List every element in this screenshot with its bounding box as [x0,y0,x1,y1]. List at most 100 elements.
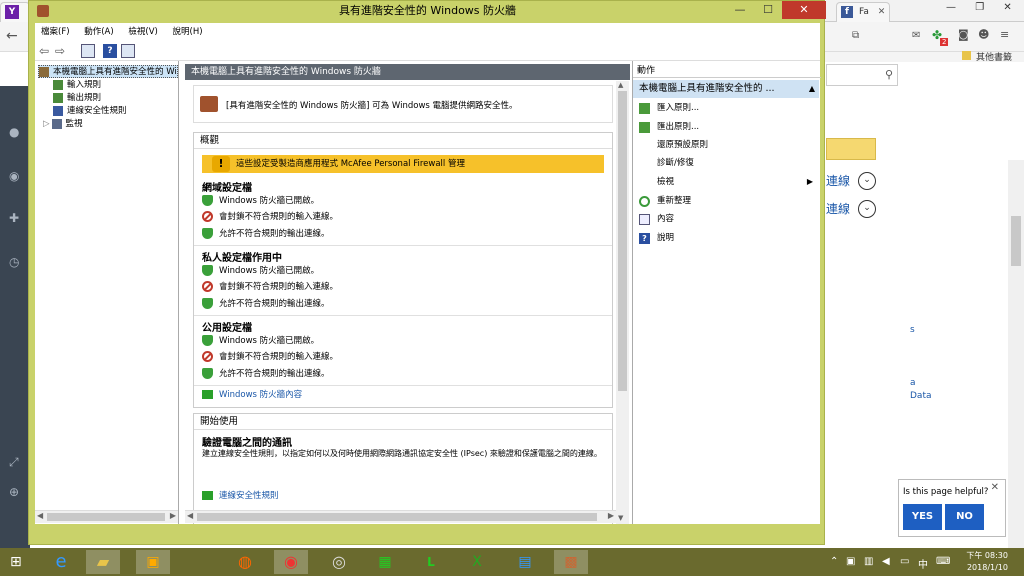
browser-tab-yahoo[interactable]: Y [0,2,30,22]
scroll-right-icon[interactable]: ▶ [170,511,176,520]
ime-indicator[interactable]: 中 [918,556,928,571]
menu-action[interactable]: 動作(A) [84,27,113,37]
maximize-button[interactable]: ☐ [754,1,782,19]
scroll-thumb[interactable] [47,513,165,521]
connection-security-link-label[interactable]: 連線安全性規則 [219,491,279,501]
keyboard-icon[interactable]: ⌨ [936,556,950,567]
back-arrow-icon[interactable]: ⇦ [39,44,53,58]
scroll-left-icon[interactable]: ◀ [187,511,193,520]
search-icon[interactable]: ⚲ [885,68,893,81]
browser-tab-facebook[interactable]: f Fa ✕ [836,2,890,22]
connection-security-link[interactable]: 連線安全性規則 [202,490,279,502]
page-search-box[interactable]: ⚲ [826,64,898,86]
help-icon[interactable]: ? [103,44,117,58]
action-properties[interactable]: 內容 [633,210,819,228]
browser-minimize-icon[interactable]: — [946,2,956,13]
menu-file[interactable]: 檔案(F) [41,27,70,37]
status-text: Windows 防火牆已開啟。 [219,196,320,206]
ext-icon[interactable]: ⧉ [852,30,859,41]
menu-view[interactable]: 檢視(V) [128,27,157,37]
menu-bar: 檔案(F) 動作(A) 檢視(V) 說明(H) [35,23,820,41]
file-explorer-icon[interactable]: ▰ [86,550,120,574]
user-icon[interactable]: ☻ [978,28,989,41]
volume-icon[interactable]: ◀ [882,556,890,567]
clock-icon[interactable]: ◷ [9,256,21,268]
feedback-close-icon[interactable]: ✕ [991,482,999,493]
chevron-down-icon[interactable]: ⌄ [858,172,876,190]
page-text-fragment-1[interactable]: s [910,325,915,335]
windows-start-icon[interactable]: ⊞ [10,554,26,570]
remote-desktop-icon[interactable]: ▤ [508,550,542,574]
action-restore-default[interactable]: 還原預設原則 [633,136,819,154]
back-icon[interactable]: ← [6,28,18,44]
feedback-yes-button[interactable]: YES [903,504,942,530]
app-icon[interactable]: ▣ [136,550,170,574]
chat-icon[interactable]: ◉ [9,170,21,182]
tree-item-outbound[interactable]: 輸出規則 [53,92,101,105]
show-hide-action-pane-icon[interactable] [121,44,135,58]
expand-arrow-icon[interactable]: ▷ [43,119,50,129]
connection-link-1[interactable]: 連線 ⌄ [826,172,876,192]
show-hidden-icons[interactable]: ⌃ [830,556,838,567]
action-help[interactable]: ? 說明 [633,229,819,247]
browser-scrollbar[interactable] [1008,160,1024,548]
excel-icon[interactable]: X [460,550,494,574]
browser-close-icon[interactable]: ✕ [1003,2,1011,13]
menu-help[interactable]: 說明(H) [173,27,203,37]
media-icon[interactable]: ◎ [322,550,356,574]
tree-horizontal-scrollbar[interactable]: ◀ ▶ [35,510,178,523]
tree-item-inbound[interactable]: 輸入規則 [53,79,101,92]
action-import-policy[interactable]: 匯入原則... [633,99,819,117]
actions-selected-node[interactable]: 本機電腦上具有進階安全性的 ... ▲ [633,80,819,98]
page-text-fragment-3[interactable]: Data [910,391,932,401]
action-refresh[interactable]: 重新整理 [633,192,819,210]
collapse-up-icon[interactable]: ▲ [809,80,815,98]
scroll-left-icon[interactable]: ◀ [37,511,43,520]
line-icon[interactable]: L [414,550,448,574]
firefox-icon[interactable]: ◍ [228,550,262,574]
firewall-taskbar-icon[interactable]: ▩ [554,550,588,574]
window-title-bar[interactable]: 具有進階安全性的 Windows 防火牆 — ☐ ✕ [29,1,826,23]
notification-icon[interactable]: ▭ [900,556,909,567]
action-view[interactable]: 檢視 ▶ [633,173,819,191]
store-icon[interactable]: ▦ [368,550,402,574]
tree-item-connection-security[interactable]: 連線安全性規則 [53,105,127,118]
tab-close-icon[interactable]: ✕ [878,7,886,17]
system-clock[interactable]: 下午 08:30 2018/1/10 [966,550,1008,574]
scroll-right-icon[interactable]: ▶ [608,511,614,520]
camera-icon[interactable]: ◙ [958,28,969,41]
forward-arrow-icon[interactable]: ⇨ [55,44,69,58]
minimize-button[interactable]: — [726,1,754,19]
menu-icon[interactable]: ≡ [1000,28,1009,41]
mail-icon[interactable]: ✉ [912,30,920,41]
action-diagnose-repair[interactable]: 診斷/修復 [633,154,819,172]
center-horizontal-scrollbar[interactable]: ◀ ▶ [185,510,616,523]
tray-app-icon[interactable]: ▣ [846,556,855,567]
bookmark-other[interactable]: 其他書籤 [976,50,1012,63]
show-hide-tree-icon[interactable] [81,44,95,58]
connection-link-2[interactable]: 連線 ⌄ [826,200,876,220]
firewall-properties-link-label[interactable]: Windows 防火牆內容 [219,390,302,400]
ie-icon[interactable]: e [44,550,78,574]
chrome-icon[interactable]: ◉ [274,550,308,574]
scroll-down-icon[interactable]: ▼ [618,514,623,522]
download-icon[interactable]: ⊕ [9,486,21,498]
person-icon[interactable]: ● [9,126,21,138]
close-button[interactable]: ✕ [782,1,826,19]
green-shield-icon [202,335,213,346]
center-scroll-thumb[interactable] [618,91,627,391]
network-icon[interactable]: ▥ [864,556,873,567]
page-text-fragment-2[interactable]: a [910,378,916,388]
scroll-thumb[interactable] [197,513,597,521]
scroll-up-icon[interactable]: ▲ [618,81,623,89]
browser-scroll-thumb[interactable] [1011,216,1021,266]
feedback-no-button[interactable]: NO [945,504,984,530]
expand-icon[interactable]: ⤢ [9,456,21,468]
firewall-properties-link[interactable]: Windows 防火牆內容 [202,389,302,401]
action-export-policy[interactable]: 匯出原則... [633,118,819,136]
tree-root[interactable]: 本機電腦上具有進階安全性的 Windows 防火牆 [38,65,178,78]
tree-item-monitoring[interactable]: ▷ 監視 [43,118,83,131]
chevron-down-icon[interactable]: ⌄ [858,200,876,218]
add-person-icon[interactable]: ✚ [9,212,21,224]
browser-maximize-icon[interactable]: ❐ [975,2,984,13]
